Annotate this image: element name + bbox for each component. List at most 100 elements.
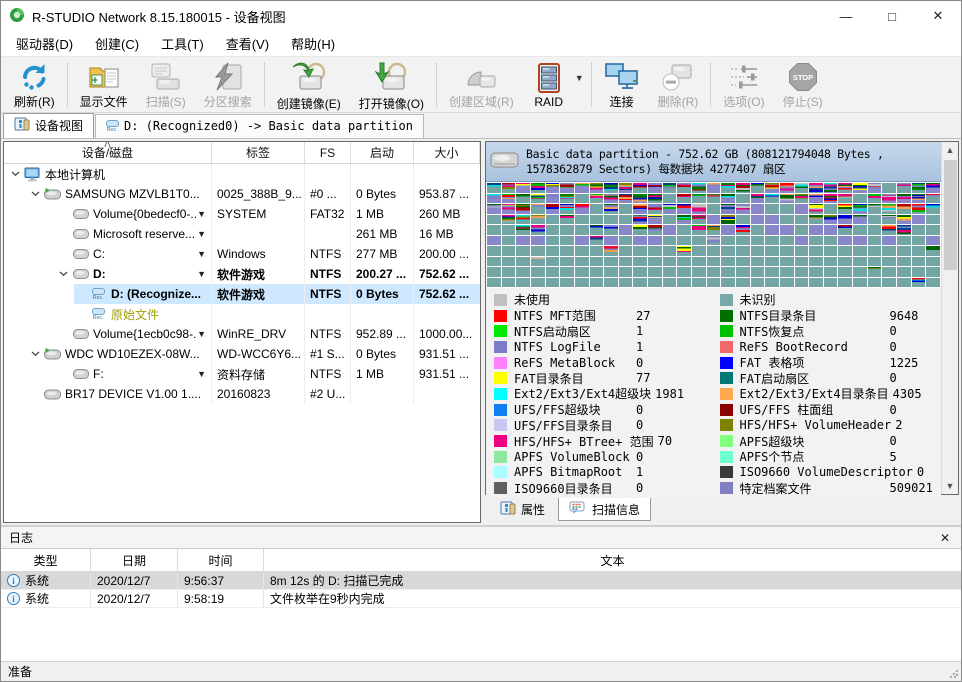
scan-block	[487, 257, 501, 267]
log-close-icon[interactable]: ✕	[937, 531, 953, 545]
device-row-4[interactable]: C:▼WindowsNTFS277 MB200.00 ...	[4, 244, 480, 264]
menu-item-3[interactable]: 查看(V)	[215, 30, 280, 57]
menu-item-1[interactable]: 创建(C)	[84, 30, 150, 57]
column-header-3[interactable]: 启动	[351, 142, 414, 163]
device-fs: NTFS	[305, 244, 351, 264]
legend-count: 27	[636, 309, 650, 323]
column-header-4[interactable]: 大小	[414, 142, 480, 163]
connect-button[interactable]: 连接	[595, 59, 649, 110]
log-row-1[interactable]: i系统2020/12/79:58:19文件枚举在9秒内完成	[1, 590, 961, 608]
maximize-button[interactable]: □	[869, 1, 915, 31]
scan-block	[619, 215, 633, 225]
scan-block	[575, 204, 589, 214]
legend-swatch	[494, 357, 507, 369]
scan-block	[590, 194, 604, 204]
tab-recognized-partition[interactable]: Rec.D: (Recognized0) -> Basic data parti…	[95, 114, 424, 138]
menu-item-4[interactable]: 帮助(H)	[280, 30, 346, 57]
scan-block	[838, 267, 852, 277]
scroll-up-icon[interactable]: ▲	[942, 142, 958, 158]
scan-block	[736, 194, 750, 204]
device-row-5[interactable]: D:▼软件游戏NTFS200.27 ...752.62 ...	[4, 264, 480, 284]
scan-block	[575, 257, 589, 267]
row-dropdown-icon[interactable]: ▼	[197, 249, 206, 259]
expand-chevron-icon[interactable]	[28, 191, 43, 197]
scan-block-map[interactable]	[486, 182, 941, 288]
device-row-0[interactable]: 本地计算机	[4, 164, 480, 184]
scan-block	[882, 267, 896, 277]
expand-chevron-icon[interactable]	[56, 271, 71, 277]
scan-tab-scan-info[interactable]: 扫描信息	[558, 497, 651, 521]
scan-block	[736, 236, 750, 246]
device-row-3[interactable]: Microsoft reserve...▼261 MB16 MB	[4, 224, 480, 244]
scan-block	[604, 267, 618, 277]
menu-item-0[interactable]: 驱动器(D)	[5, 30, 84, 57]
raid-dropdown-icon[interactable]: ▼	[575, 59, 588, 110]
minimize-button[interactable]: —	[823, 1, 869, 31]
scroll-thumb[interactable]	[944, 160, 957, 270]
device-row-8[interactable]: Volume{1ecb0c98-...▼WinRE_DRVNTFS952.89 …	[4, 324, 480, 344]
device-row-2[interactable]: Volume{0bedecf0-...▼SYSTEMFAT321 MB260 M…	[4, 204, 480, 224]
device-boot	[351, 384, 414, 404]
raid-button[interactable]: RAID	[523, 59, 575, 110]
expand-chevron-icon[interactable]	[28, 351, 43, 357]
rec-partition-icon: Rec.	[106, 120, 119, 133]
log-column-header-1[interactable]: 日期	[91, 549, 178, 571]
device-row-11[interactable]: BR17 DEVICE V1.00 1....20160823#2 U...	[4, 384, 480, 404]
scan-block	[912, 236, 926, 246]
scan-block	[780, 257, 794, 267]
log-column-header-0[interactable]: 类型	[1, 549, 91, 571]
create-image-button[interactable]: 创建镜像(E)	[268, 59, 350, 110]
menu-item-2[interactable]: 工具(T)	[150, 30, 215, 57]
device-row-1[interactable]: SAMSUNG MZVLB1T0...0025_388B_9...#0 ...0…	[4, 184, 480, 204]
scan-block	[648, 236, 662, 246]
column-header-0[interactable]: 设备/磁盘ᐱ	[4, 142, 212, 163]
scan-block	[707, 183, 721, 193]
log-column-header-3[interactable]: 文本	[264, 549, 961, 571]
scan-block	[487, 215, 501, 225]
expand-chevron-icon[interactable]	[8, 171, 23, 177]
scan-block	[721, 225, 735, 235]
scan-scrollbar[interactable]: ▲ ▼	[941, 142, 958, 494]
scan-icon	[149, 61, 183, 93]
legend-label: NTFS MFT范围	[514, 307, 632, 324]
show-files-button[interactable]: 显示文件	[71, 59, 137, 110]
scan-block	[897, 246, 911, 256]
device-row-10[interactable]: F:▼资料存储NTFS1 MB931.51 ...	[4, 364, 480, 384]
tab-device-view[interactable]: 设备视图	[3, 113, 94, 138]
scan-block	[633, 257, 647, 267]
scan-block	[707, 278, 721, 288]
device-row-9[interactable]: WDC WD10EZEX-08W...WD-WCC6Y6...#1 S...0 …	[4, 344, 480, 364]
open-image-button[interactable]: 打开镜像(O)	[350, 59, 433, 110]
scan-block	[751, 194, 765, 204]
scan-box: Basic data partition - 752.62 GB (808121…	[485, 141, 959, 495]
scan-block	[882, 194, 896, 204]
scan-block	[838, 257, 852, 267]
column-header-1[interactable]: 标签	[212, 142, 305, 163]
scan-block	[663, 204, 677, 214]
device-row-6[interactable]: Rec.D: (Recognize...软件游戏NTFS0 Bytes752.6…	[4, 284, 480, 304]
row-dropdown-icon[interactable]: ▼	[197, 329, 206, 339]
scan-tab-properties[interactable]: 属性	[489, 497, 556, 521]
scan-block	[809, 246, 823, 256]
row-dropdown-icon[interactable]: ▼	[197, 209, 206, 219]
scroll-down-icon[interactable]: ▼	[942, 478, 958, 494]
log-column-header-2[interactable]: 时间	[178, 549, 264, 571]
resize-grip[interactable]	[949, 669, 959, 679]
column-header-2[interactable]: FS	[305, 142, 351, 163]
scan-block	[824, 215, 838, 225]
scan-block	[912, 194, 926, 204]
scan-block	[531, 257, 545, 267]
legend-item-left-1: NTFS MFT范围 27	[494, 308, 714, 324]
device-row-7[interactable]: Rec.原始文件	[4, 304, 480, 324]
row-dropdown-icon[interactable]: ▼	[197, 269, 206, 279]
scan-block	[531, 267, 545, 277]
device-label: SYSTEM	[212, 204, 305, 224]
scan-block	[751, 225, 765, 235]
row-dropdown-icon[interactable]: ▼	[197, 369, 206, 379]
row-dropdown-icon[interactable]: ▼	[197, 229, 206, 239]
legend-label: FAT目录条目	[514, 370, 632, 387]
device-name: D:	[93, 267, 106, 281]
refresh-button[interactable]: 刷新(R)	[5, 59, 64, 110]
close-button[interactable]: ✕	[915, 1, 961, 31]
log-row-0[interactable]: i系统2020/12/79:56:378m 12s 的 D: 扫描已完成	[1, 572, 961, 590]
